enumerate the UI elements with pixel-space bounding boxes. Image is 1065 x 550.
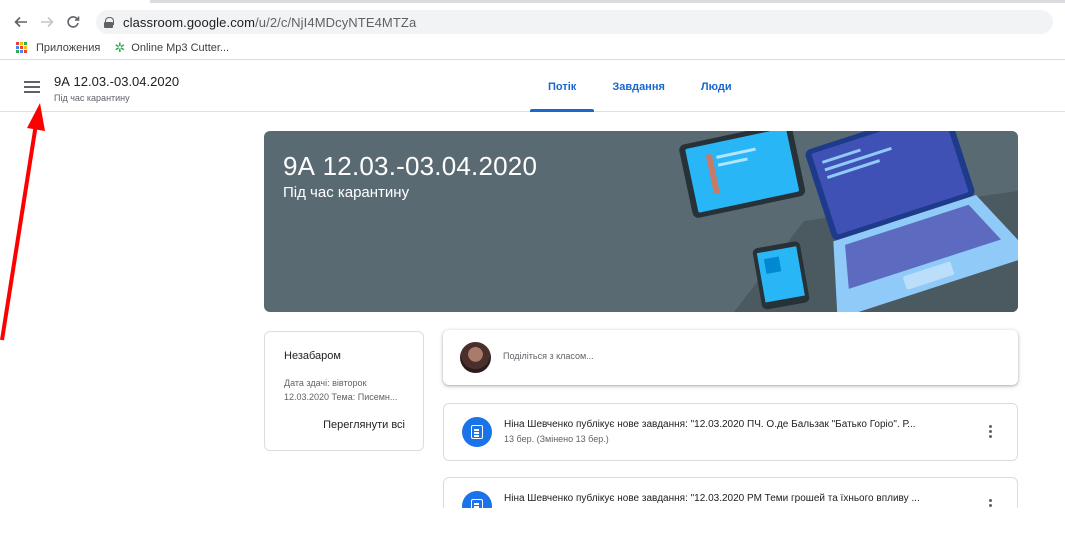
red-arrow-annotation xyxy=(0,103,45,341)
screenshot: classroom.google.com/u/2/c/NjI4MDcyNTE4M… xyxy=(0,0,1065,550)
